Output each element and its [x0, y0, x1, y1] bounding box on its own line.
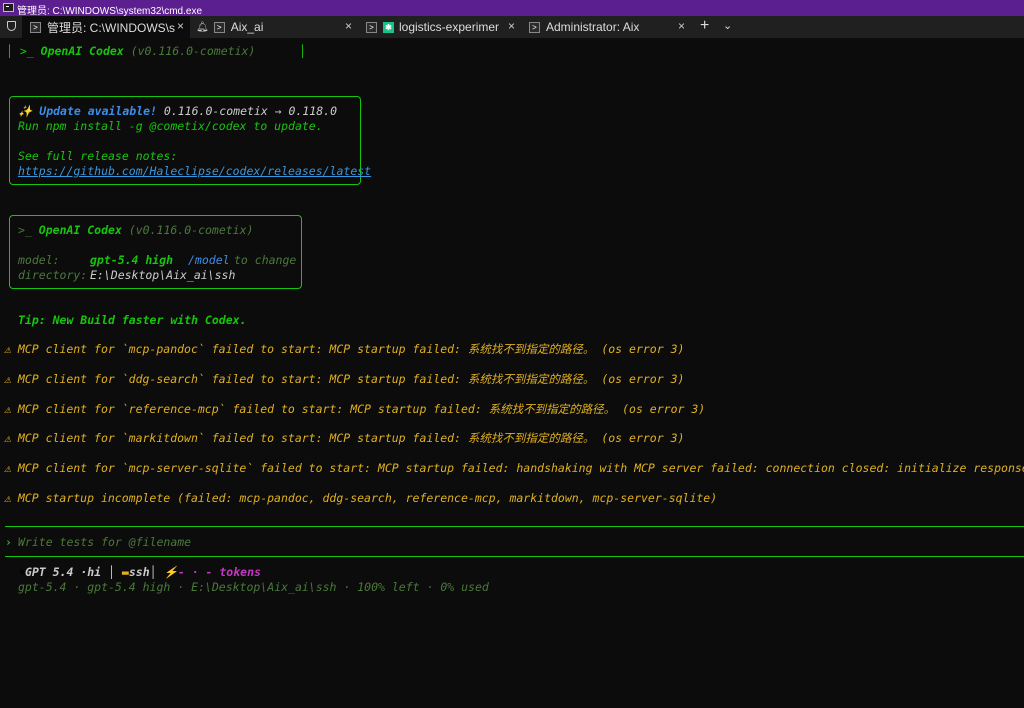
tab-label: 管理员: C:\WINDOWS\s [47, 20, 175, 35]
input-chevron: › [5, 535, 12, 549]
directory-label: directory: [18, 268, 88, 282]
tab-label: Aix_ai [230, 20, 264, 34]
warning-line: ⚠ MCP startup incomplete (failed: mcp-pa… [4, 491, 718, 505]
warning-icon: ⚠ [4, 402, 11, 416]
shield-icon [7, 21, 16, 31]
tab-logistics-experiment[interactable]: > ✱ logistics-experiment- × [358, 16, 521, 38]
warning-line: ⚠ MCP client for `ddg-search` failed to … [4, 372, 685, 386]
status-footer: gpt-5.4 · gpt-5.4 high · E:\Desktop\Aix_… [18, 580, 489, 594]
banner-border: │ [299, 44, 306, 58]
codex-icon: ✱ [383, 21, 394, 33]
warning-icon: ⚠ [4, 342, 11, 356]
tab-label: Administrator: Aix [546, 20, 640, 34]
release-notes-link[interactable]: https://github.com/Haleclipse/codex/rele… [18, 164, 371, 179]
token-count: - · - tokens [177, 565, 261, 579]
new-tab-button[interactable]: + [700, 17, 709, 35]
warning-line: ⚠ MCP client for `mcp-pandoc` failed to … [4, 342, 685, 356]
terminal-pane[interactable]: │ >_ OpenAI Codex (v0.116.0-cometix) │ ✨… [0, 38, 1024, 708]
warning-line: ⚠ MCP client for `mcp-server-sqlite` fai… [4, 461, 1024, 475]
banner-line: │ >_ OpenAI Codex (v0.116.0-cometix) [6, 44, 256, 58]
input-top-border [5, 526, 1024, 527]
tab-cmd-admin[interactable]: > 管理员: C:\WINDOWS\s × [22, 16, 190, 38]
terminal-icon: > [213, 21, 225, 33]
model-command: /model [188, 253, 230, 267]
tab-strip: > 管理员: C:\WINDOWS\s × 🔔︎ > Aix_ai × > ✱ … [0, 16, 1024, 38]
window-title: 管理员: C:\WINDOWS\system32\cmd.exe [17, 6, 203, 17]
warning-line: ⚠ MCP client for `markitdown` failed to … [4, 431, 685, 445]
tab-aix-ai[interactable]: 🔔︎ > Aix_ai × [190, 16, 358, 38]
warning-icon: ⚠ [4, 431, 11, 445]
prompt-input[interactable]: Write tests for @filename [18, 535, 191, 550]
pen-icon: ✎ [18, 565, 25, 579]
model-hint: to change [234, 253, 297, 267]
input-bottom-border [5, 556, 1024, 557]
close-tab-icon[interactable]: × [508, 19, 515, 33]
tab-label: logistics-experiment- [399, 20, 499, 34]
close-tab-icon[interactable]: × [177, 19, 184, 33]
warning-icon: ⚠ [4, 461, 11, 475]
tab-administrator-aix[interactable]: > Administrator: Aix × [521, 16, 691, 38]
directory-value: E:\Desktop\Aix_ai\ssh [90, 268, 236, 282]
cmd-app-icon [3, 3, 14, 12]
close-tab-icon[interactable]: × [345, 19, 352, 33]
bell-icon: 🔔︎ [196, 21, 209, 33]
warning-icon: ⚠ [4, 372, 11, 386]
update-line-3: See full release notes: [18, 149, 178, 163]
warning-line: ⚠ MCP client for `reference-mcp` failed … [4, 402, 706, 416]
model-label: model: [18, 253, 60, 267]
terminal-icon: > [366, 21, 377, 33]
tip-line: Tip: New Build faster with Codex. [18, 313, 247, 327]
folder-name: ssh [128, 565, 150, 579]
close-tab-icon[interactable]: × [678, 19, 685, 33]
bolt-icon: ⚡ [163, 565, 178, 579]
update-line-2: Run npm install -g @cometix/codex to upd… [18, 119, 323, 133]
session-title: >_ OpenAI Codex (v0.116.0-cometix) [18, 223, 254, 237]
model-value: gpt-5.4 high [90, 253, 174, 267]
terminal-icon: > [529, 21, 540, 33]
status-bar: ✎GPT 5.4 ·hi │ ▬ssh│ ⚡- · - tokens [18, 565, 261, 579]
folder-icon: ▬ [121, 565, 129, 579]
terminal-icon: > [30, 21, 41, 33]
model-badge: GPT 5.4 ·hi [24, 565, 102, 579]
warning-icon: ⚠ [4, 491, 11, 505]
sparkle-icon: ✨ [18, 104, 33, 118]
tab-dropdown-button[interactable]: ⌄ [723, 19, 732, 32]
update-line-1: ✨ Update available! 0.116.0-cometix → 0.… [18, 104, 337, 118]
window-titlebar: 管理员: C:\WINDOWS\system32\cmd.exe [0, 0, 1024, 17]
